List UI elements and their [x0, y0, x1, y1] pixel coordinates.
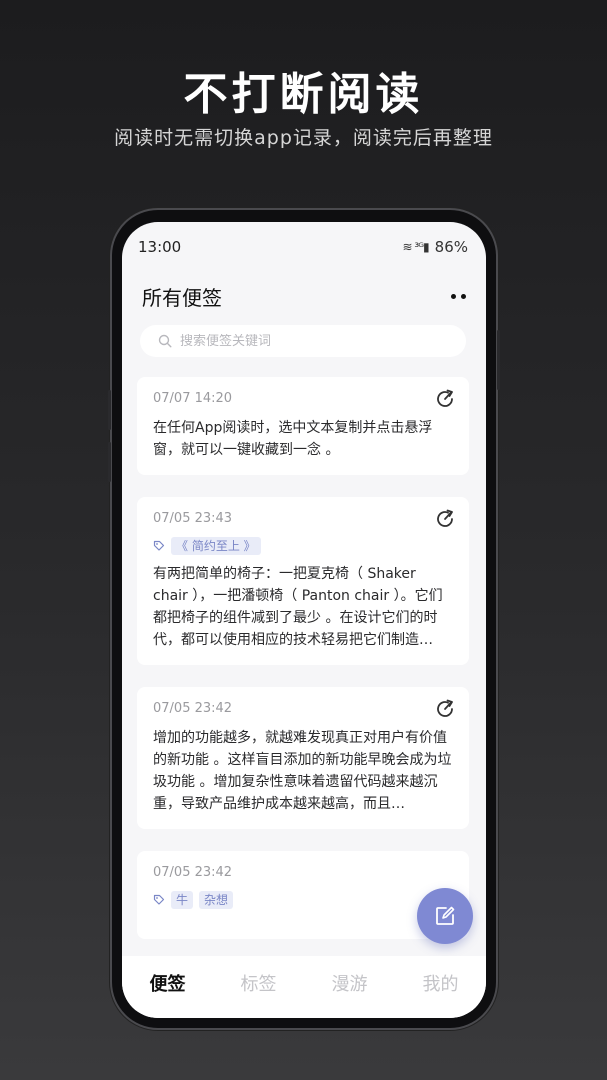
promo-subtitle: 阅读时无需切换app记录，阅读完后再整理 — [114, 127, 493, 149]
note-date: 07/05 23:43 — [153, 511, 233, 526]
search-bar[interactable] — [140, 325, 466, 357]
notes-list: 07/07 14:20 在任何App阅读时，选中文本复制并点击悬浮窗，就可以一键… — [137, 377, 469, 961]
more-button[interactable] — [447, 290, 470, 303]
tab-notes[interactable]: 便签 — [133, 970, 203, 996]
note-card[interactable]: 07/07 14:20 在任何App阅读时，选中文本复制并点击悬浮窗，就可以一键… — [137, 377, 469, 475]
note-text: 增加的功能越多，就越难发现真正对用户有价值的新功能 。这样盲目添加的新功能早晚会… — [153, 730, 452, 812]
battery-level: 86% — [434, 238, 468, 256]
status-bar: 13:00 ≋ ³ᴳ▮ 86% — [138, 236, 468, 258]
share-icon[interactable] — [433, 697, 457, 721]
phone-frame: 13:00 ≋ ³ᴳ▮ 86% 所有便签 07/07 14:20 — [108, 210, 500, 1028]
note-text: 有两把简单的椅子：一把夏克椅（ Shaker chair ），一把潘顿椅（ Pa… — [153, 566, 443, 648]
more-dots-icon — [461, 293, 466, 299]
tab-roam[interactable]: 漫游 — [315, 970, 385, 996]
tag-chip[interactable]: 牛 — [171, 891, 194, 909]
tab-mine[interactable]: 我的 — [406, 970, 476, 996]
note-card[interactable]: 07/05 23:42 增加的功能越多，就越难发现真正对用户有价值的新功能 。这… — [137, 687, 469, 829]
note-date: 07/05 23:42 — [153, 701, 233, 716]
tag-icon — [153, 894, 165, 905]
phone-power-button — [497, 330, 500, 390]
note-tags: 牛 杂想 — [153, 891, 453, 909]
search-input[interactable] — [180, 333, 440, 349]
promo-title: 不打断阅读 — [183, 69, 424, 120]
note-tags: 《 简约至上 》 — [153, 537, 453, 555]
edit-icon — [436, 906, 455, 925]
page-header: 所有便签 — [142, 280, 470, 312]
tag-chip[interactable]: 《 简约至上 》 — [171, 537, 261, 555]
page-title: 所有便签 — [142, 285, 222, 310]
tag-chip[interactable]: 杂想 — [199, 891, 234, 909]
share-icon[interactable] — [433, 387, 457, 411]
bottom-tab-bar: 便签 标签 漫游 我的 — [122, 956, 486, 1018]
search-icon — [158, 334, 172, 348]
new-note-button[interactable] — [417, 888, 473, 944]
note-date: 07/07 14:20 — [153, 391, 233, 406]
tag-icon — [153, 540, 165, 551]
share-icon[interactable] — [433, 507, 457, 531]
signal-icon: ≋ ³ᴳ▮ — [402, 240, 430, 254]
more-dots-icon — [451, 293, 456, 299]
note-date: 07/05 23:42 — [153, 865, 233, 880]
app-screen: 13:00 ≋ ³ᴳ▮ 86% 所有便签 07/07 14:20 — [122, 222, 486, 1018]
tab-tags[interactable]: 标签 — [224, 970, 294, 996]
phone-side-button — [108, 442, 111, 482]
note-card[interactable]: 07/05 23:43 《 简约至上 》 有两把简单的椅子：一把夏克椅（ Sha… — [137, 497, 469, 665]
status-time: 13:00 — [138, 238, 182, 256]
phone-side-button — [108, 390, 111, 430]
note-text: 在任何App阅读时，选中文本复制并点击悬浮窗，就可以一键收藏到一念 。 — [153, 420, 433, 458]
